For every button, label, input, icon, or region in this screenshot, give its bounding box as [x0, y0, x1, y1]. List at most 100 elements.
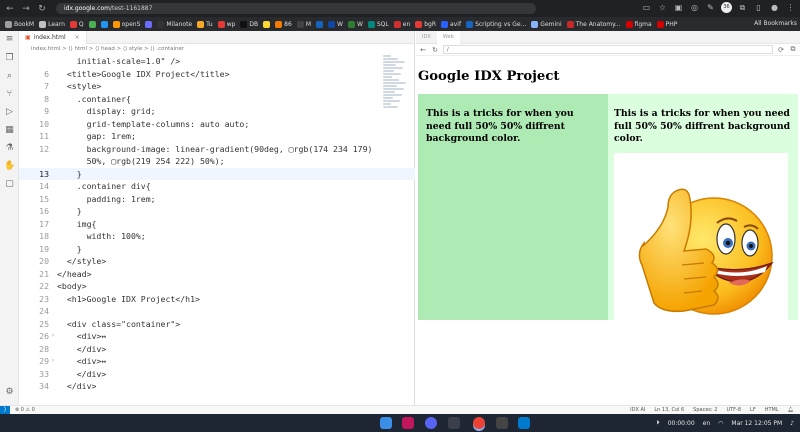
code-line[interactable]: 17 img{: [19, 218, 415, 231]
star-icon[interactable]: ☆: [657, 2, 668, 13]
app-icon[interactable]: [402, 417, 414, 429]
extension-icon[interactable]: ◎: [689, 2, 700, 13]
bell-icon[interactable]: 🔔︎: [788, 407, 794, 413]
breadcrumb[interactable]: index.html > ⟨⟩ html > ⟨⟩ head > ⟨⟩ styl…: [19, 44, 414, 54]
open-external-icon[interactable]: ⧉: [789, 45, 797, 54]
bookmark-item[interactable]: Scripting vs Ge...: [466, 20, 526, 28]
language-mode[interactable]: HTML: [765, 407, 779, 413]
extensions-icon[interactable]: ▦: [4, 125, 15, 136]
source-control-icon[interactable]: ⑂: [4, 89, 15, 100]
code-line[interactable]: 33 </div>: [19, 368, 415, 381]
bookmark-item[interactable]: en: [393, 20, 410, 28]
app-icon[interactable]: [496, 417, 508, 429]
close-icon[interactable]: ×: [75, 34, 80, 41]
idx-ai-status[interactable]: IDX AI: [630, 407, 645, 413]
bookmark-item[interactable]: [145, 20, 153, 28]
sidepanel-icon[interactable]: ▯: [753, 2, 764, 13]
bookmark-item[interactable]: 86: [275, 20, 292, 28]
extension-icon[interactable]: ▣: [673, 2, 684, 13]
refresh-icon[interactable]: ⟳: [777, 46, 785, 54]
bookmark-item[interactable]: [263, 20, 271, 28]
code-line[interactable]: 24: [19, 305, 415, 318]
cursor-position[interactable]: Ln 13, Col 6: [654, 407, 684, 413]
code-line[interactable]: 8 .container{: [19, 93, 415, 106]
code-line[interactable]: 50%, ▢rgb(219 254 222) 50%);: [19, 155, 415, 168]
bookmark-item[interactable]: M: [296, 20, 311, 28]
code-line[interactable]: 23 <h1>Google IDX Project</h1>: [19, 293, 415, 306]
code-line[interactable]: 9 display: grid;: [19, 105, 415, 118]
code-line[interactable]: 10 grid-template-columns: auto auto;: [19, 118, 415, 131]
menu-icon[interactable]: ⋮: [785, 2, 796, 13]
code-line[interactable]: 21 </head>: [19, 268, 415, 281]
search-icon[interactable]: ⌕: [4, 71, 15, 82]
discord-icon[interactable]: [425, 417, 437, 429]
tab-idx[interactable]: IDX: [416, 31, 437, 44]
code-line[interactable]: 20 </style>: [19, 255, 415, 268]
bookmark-item[interactable]: Gemini: [531, 20, 562, 28]
bookmark-item[interactable]: Tu: [197, 20, 213, 28]
code-line[interactable]: 28 </div>: [19, 343, 415, 356]
code-line[interactable]: 15 padding: 1rem;: [19, 193, 415, 206]
code-line[interactable]: initial-scale=1.0" />: [19, 55, 415, 68]
bookmark-item[interactable]: bgR: [415, 20, 436, 28]
fold-chevron-icon[interactable]: ›: [51, 330, 55, 343]
bookmark-item[interactable]: [100, 20, 108, 28]
bookmark-item[interactable]: SQL: [367, 20, 389, 28]
gear-icon[interactable]: ⚙: [4, 387, 15, 398]
extension-icon[interactable]: ✎: [705, 2, 716, 13]
code-line[interactable]: 6 <title>Google IDX Project</title>: [19, 68, 415, 81]
reload-icon[interactable]: ↻: [36, 3, 48, 15]
back-icon[interactable]: ←: [419, 46, 427, 54]
bookmark-item[interactable]: W: [347, 20, 363, 28]
encoding-setting[interactable]: UTF-8: [726, 407, 741, 413]
code-line[interactable]: 22 <body>: [19, 280, 415, 293]
run-debug-icon[interactable]: ▷: [4, 107, 15, 118]
bookmark-item[interactable]: [316, 20, 323, 28]
bookmark-item[interactable]: Q: [69, 20, 84, 28]
bell-icon[interactable]: ♪: [790, 420, 794, 427]
bookmark-item[interactable]: [88, 20, 96, 28]
files-icon[interactable]: ❐: [4, 53, 15, 64]
puzzle-icon[interactable]: ⧉: [737, 2, 748, 13]
profile-icon[interactable]: ●: [769, 2, 780, 13]
bookmark-item[interactable]: Milanote: [157, 20, 192, 28]
code-line[interactable]: 26 › <div>↔: [19, 330, 415, 343]
reload-icon[interactable]: ↻: [431, 46, 439, 54]
bookmark-item[interactable]: The Anatomy...: [566, 20, 621, 28]
bookmark-item[interactable]: figma: [625, 20, 652, 28]
forward-icon[interactable]: →: [20, 3, 32, 15]
code-area[interactable]: initial-scale=1.0" /> 6 <title>Google IDX…: [19, 55, 415, 405]
start-icon[interactable]: [380, 417, 392, 429]
code-line[interactable]: 25 <div class="container">: [19, 318, 415, 331]
bookmark-item[interactable]: BookM: [5, 20, 34, 28]
code-line[interactable]: 14 .container div{: [19, 180, 415, 193]
indent-setting[interactable]: Spaces: 2: [693, 407, 717, 413]
cast-icon[interactable]: ▭: [641, 2, 652, 13]
robot-icon[interactable]: ▢: [4, 179, 15, 190]
bookmark-item[interactable]: W: [328, 20, 343, 28]
code-line[interactable]: 13 }: [19, 167, 415, 180]
fold-chevron-icon[interactable]: ›: [51, 355, 55, 368]
back-icon[interactable]: ←: [4, 3, 16, 15]
bookmark-item[interactable]: DB: [240, 20, 258, 28]
bookmark-item[interactable]: PHP: [656, 20, 677, 28]
files-app-icon[interactable]: [448, 417, 460, 429]
code-line[interactable]: 18 width: 100%;: [19, 230, 415, 243]
code-line[interactable]: 7 <style>: [19, 80, 415, 93]
code-line[interactable]: 19 }: [19, 243, 415, 256]
wifi-icon[interactable]: ◠: [718, 420, 723, 427]
all-bookmarks-button[interactable]: All Bookmarks: [750, 20, 797, 27]
code-line[interactable]: 12 background-image: linear-gradient(90d…: [19, 143, 415, 156]
code-line[interactable]: 34 </div>: [19, 380, 415, 393]
chrome-icon[interactable]: [473, 417, 485, 429]
preview-url-input[interactable]: /: [443, 45, 773, 54]
play-icon[interactable]: ⏵: [657, 419, 660, 427]
bookmark-item[interactable]: avif: [441, 20, 461, 28]
bookmark-item[interactable]: Learn: [39, 20, 65, 28]
flask-icon[interactable]: ⚗: [4, 143, 15, 154]
bookmark-item[interactable]: wp: [217, 20, 235, 28]
clock[interactable]: Mar 12 12:05 PM: [731, 420, 782, 427]
code-line[interactable]: 29 › <div>↔: [19, 355, 415, 368]
language-indicator[interactable]: en: [703, 420, 711, 427]
code-line[interactable]: 11 gap: 1rem;: [19, 130, 415, 143]
